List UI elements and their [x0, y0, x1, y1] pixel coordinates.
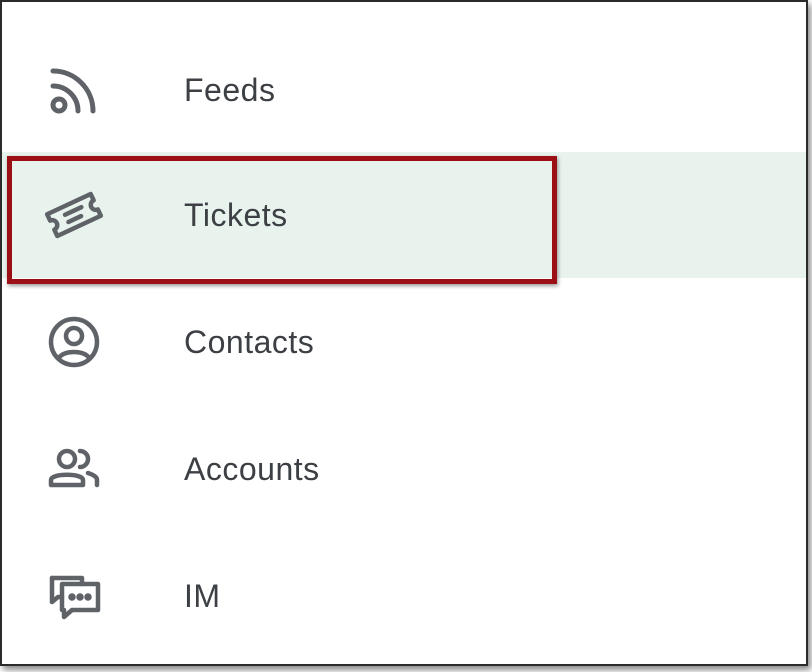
rss-feed-icon: [42, 58, 106, 122]
chat-bubbles-icon: [42, 564, 106, 628]
nav-label-accounts: Accounts: [184, 450, 320, 487]
nav-item-feeds[interactable]: Feeds: [2, 27, 806, 153]
nav-label-contacts: Contacts: [184, 323, 315, 360]
nav-item-tickets[interactable]: Tickets: [2, 152, 806, 278]
people-icon: [42, 437, 106, 501]
navigation-panel: Feeds Tickets Contacts Accounts IM: [0, 0, 808, 666]
nav-item-im[interactable]: IM: [2, 533, 806, 659]
account-circle-icon: [42, 310, 106, 374]
nav-label-feeds: Feeds: [184, 71, 276, 108]
ticket-icon: [42, 183, 106, 247]
nav-label-tickets: Tickets: [184, 196, 288, 233]
nav-label-im: IM: [184, 577, 221, 614]
nav-item-accounts[interactable]: Accounts: [2, 406, 806, 532]
nav-item-contacts[interactable]: Contacts: [2, 279, 806, 405]
